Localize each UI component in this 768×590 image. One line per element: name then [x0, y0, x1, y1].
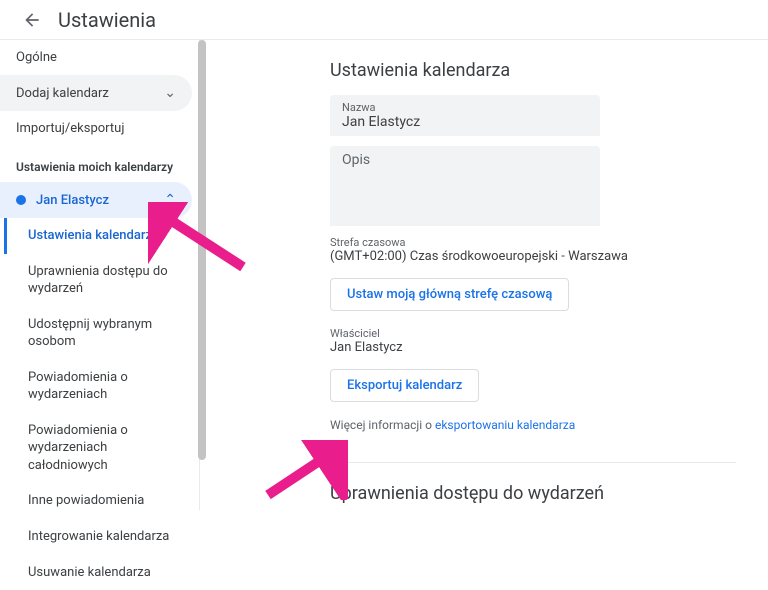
nav-label: Ogólne [16, 50, 57, 65]
nav-label: Importuj/eksportuj [16, 121, 124, 136]
export-info-text: Więcej informacji o [330, 418, 435, 432]
subnav-notif-events[interactable]: Powiadomienia o wydarzeniach [4, 360, 192, 413]
name-label: Nazwa [342, 101, 588, 114]
section-divider [330, 462, 736, 463]
timezone-value: (GMT+02:00) Czas środkowoeuropejski - Wa… [330, 249, 736, 264]
export-info: Więcej informacji o eksportowaniu kalend… [330, 418, 736, 432]
section-title-calendar-settings: Ustawienia kalendarza [330, 60, 736, 81]
timezone-label: Strefa czasowa [330, 236, 736, 249]
description-field[interactable]: Opis [330, 146, 600, 226]
export-calendar-button[interactable]: Eksportuj kalendarz [330, 369, 479, 402]
calendar-color-dot [16, 195, 26, 205]
owner-label: Właściciel [330, 327, 736, 340]
arrow-left-icon [22, 10, 42, 30]
chevron-down-icon: ⌄ [164, 85, 176, 101]
nav-general[interactable]: Ogólne [0, 40, 192, 75]
scrollbar[interactable] [198, 40, 206, 460]
subnav-delete[interactable]: Usuwanie kalendarza [4, 555, 192, 590]
nav-add-calendar[interactable]: Dodaj kalendarz ⌄ [0, 75, 192, 111]
export-info-link[interactable]: eksportowaniu kalendarza [435, 418, 575, 432]
section-title-permissions: Uprawnienia dostępu do wydarzeń [330, 483, 736, 504]
sidebar-section-header: Ustawienia moich kalendarzy [0, 146, 192, 182]
subnav-integrate[interactable]: Integrowanie kalendarza [4, 519, 192, 555]
description-label: Opis [342, 152, 588, 168]
chevron-up-icon: ⌃ [164, 192, 176, 208]
set-timezone-button[interactable]: Ustaw moją główną strefę czasową [330, 278, 569, 311]
back-button[interactable] [12, 0, 52, 40]
sidebar: Ogólne Dodaj kalendarz ⌄ Importuj/ekspor… [0, 40, 200, 510]
name-field[interactable]: Nazwa Jan Elastycz [330, 95, 600, 136]
main-content: Ustawienia kalendarza Nazwa Jan Elastycz… [200, 40, 768, 510]
page-title: Ustawienia [58, 8, 156, 32]
subnav-share[interactable]: Udostępnij wybranym osobom [4, 307, 192, 360]
subnav-other-notif[interactable]: Inne powiadomienia [4, 483, 192, 519]
nav-import-export[interactable]: Importuj/eksportuj [0, 111, 192, 146]
subnav-notif-allday[interactable]: Powiadomienia o wydarzeniach całodniowyc… [4, 413, 192, 484]
calendar-name: Jan Elastycz [36, 193, 109, 208]
subnav-access[interactable]: Uprawnienia dostępu do wydarzeń [4, 254, 192, 307]
header: Ustawienia [0, 0, 768, 40]
subnav-calendar-settings[interactable]: Ustawienia kalendarza [4, 218, 192, 254]
name-value: Jan Elastycz [342, 114, 588, 130]
nav-label: Dodaj kalendarz [16, 86, 109, 101]
owner-value: Jan Elastycz [330, 340, 736, 355]
sub-nav: Ustawienia kalendarza Uprawnienia dostęp… [0, 218, 192, 590]
calendar-item[interactable]: Jan Elastycz ⌃ [0, 182, 192, 218]
